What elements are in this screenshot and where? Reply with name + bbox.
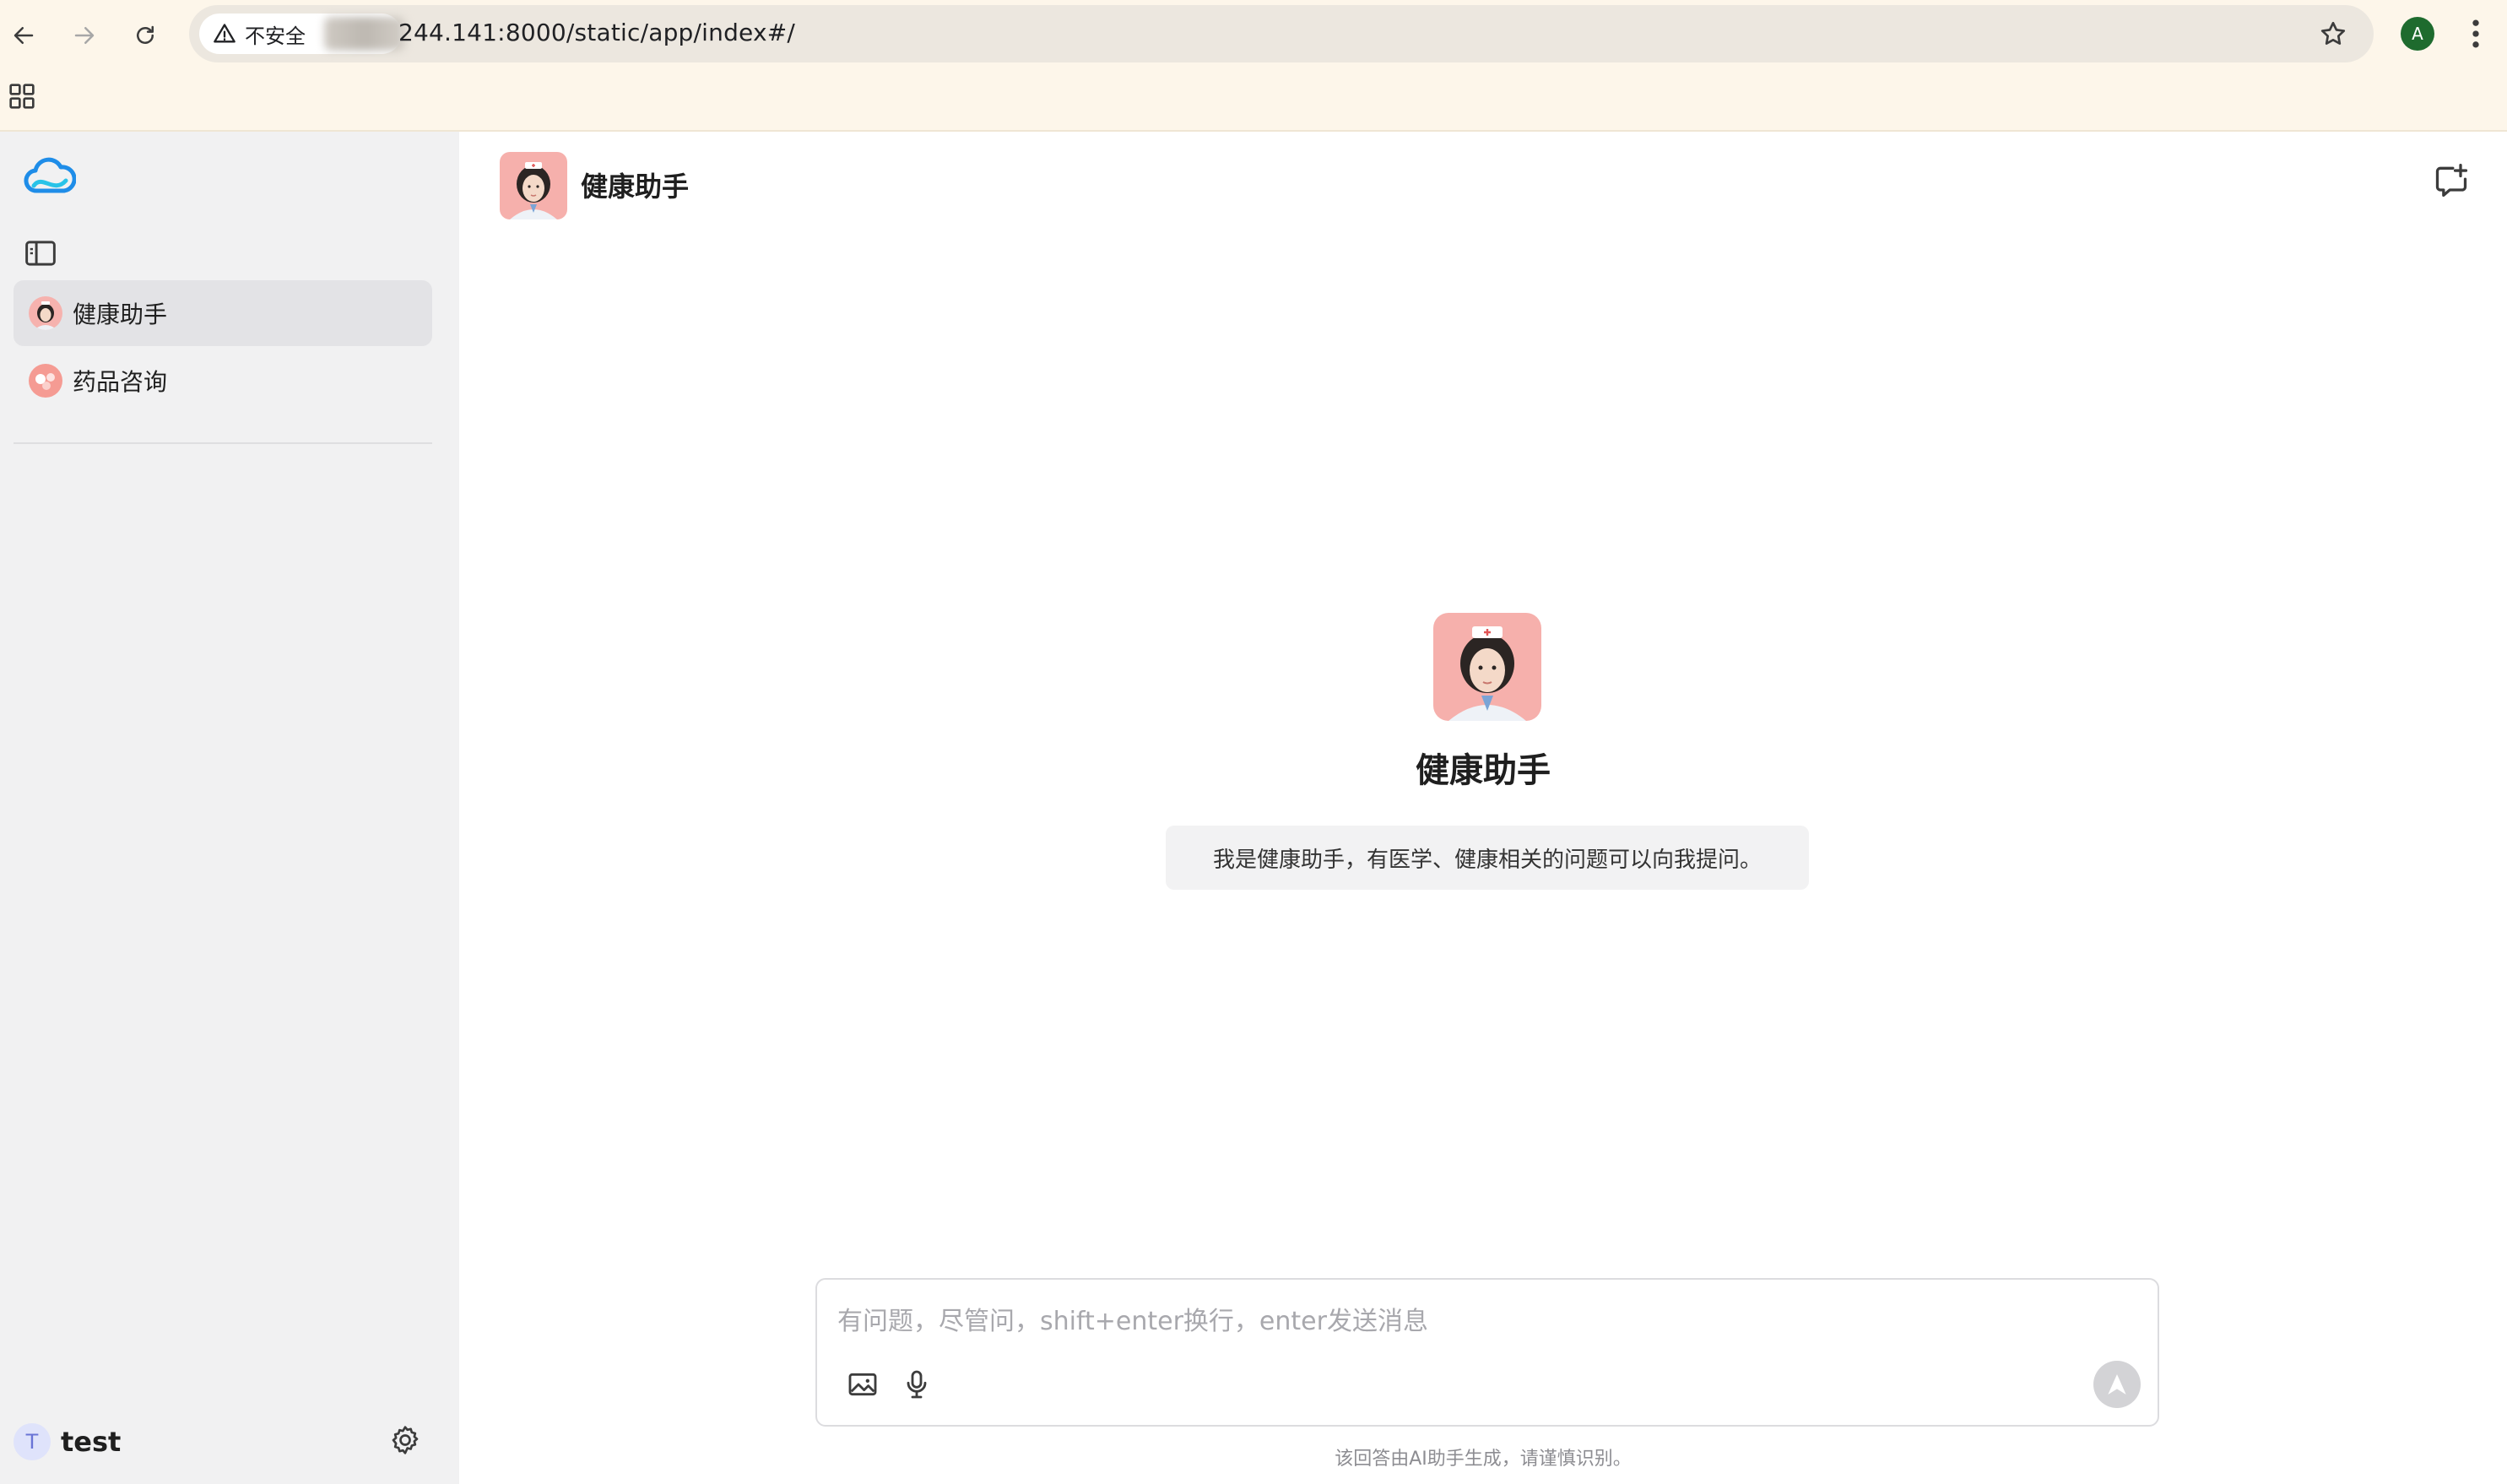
user-profile[interactable]: T test: [14, 1423, 121, 1460]
page-title: 健康助手: [581, 171, 690, 203]
cloud-logo-icon[interactable]: [24, 155, 76, 198]
browser-toolbar: 不安全 244.141:8000/static/app/index#/ A: [0, 0, 2507, 132]
apps-grid-icon[interactable]: [8, 83, 35, 110]
conversation-item-health-assistant[interactable]: 健康助手: [14, 280, 432, 346]
chat-main: 健康助手 健康助手 我是健康助手，有医学、健康相关的问题可以向我提问。 有问题，…: [459, 132, 2507, 1484]
redacted-url-part: [324, 17, 405, 51]
conversation-item-drug-consult[interactable]: 药品咨询: [14, 348, 432, 414]
back-button[interactable]: [5, 17, 42, 54]
send-icon: [2108, 1374, 2126, 1395]
welcome-title: 健康助手: [1416, 751, 1551, 790]
user-name: test: [61, 1426, 122, 1458]
forward-button[interactable]: [66, 17, 103, 54]
reload-button[interactable]: [127, 17, 164, 54]
message-composer: [815, 1278, 2159, 1427]
sidebar: 健康助手 药品咨询 T test: [0, 132, 459, 1484]
address-bar[interactable]: 不安全 244.141:8000/static/app/index#/: [189, 5, 2374, 62]
ai-disclaimer: 该回答由AI助手生成，请谨慎识别。: [1335, 1449, 1632, 1470]
image-icon[interactable]: [846, 1368, 880, 1401]
kebab-menu-icon[interactable]: [2463, 15, 2488, 52]
gear-icon[interactable]: [388, 1423, 422, 1457]
new-chat-icon[interactable]: [2433, 162, 2470, 199]
url-text[interactable]: 244.141:8000/static/app/index#/: [398, 19, 795, 46]
arrow-left-icon: [14, 27, 34, 44]
warning-triangle-icon: [214, 24, 236, 43]
send-button[interactable]: [2093, 1361, 2141, 1408]
welcome-avatar: [1433, 613, 1541, 721]
arrow-right-icon: [74, 27, 95, 44]
message-input[interactable]: [837, 1300, 2019, 1342]
reload-icon: [137, 25, 154, 44]
microphone-icon[interactable]: [900, 1368, 934, 1401]
security-label: 不安全: [245, 24, 306, 48]
conversation-label: 健康助手: [73, 301, 168, 328]
avatar: T: [14, 1423, 51, 1460]
welcome-message: 我是健康助手，有医学、健康相关的问题可以向我提问。: [1166, 826, 1809, 890]
assistant-avatar: [500, 152, 567, 219]
star-icon[interactable]: [2318, 19, 2348, 49]
profile-avatar[interactable]: A: [2401, 17, 2434, 51]
nurse-avatar-icon: [29, 296, 62, 330]
sidebar-divider: [14, 442, 432, 444]
conversation-label: 药品咨询: [73, 368, 168, 396]
sidebar-toggle-icon[interactable]: [24, 238, 57, 268]
pill-avatar-icon: [29, 364, 62, 398]
